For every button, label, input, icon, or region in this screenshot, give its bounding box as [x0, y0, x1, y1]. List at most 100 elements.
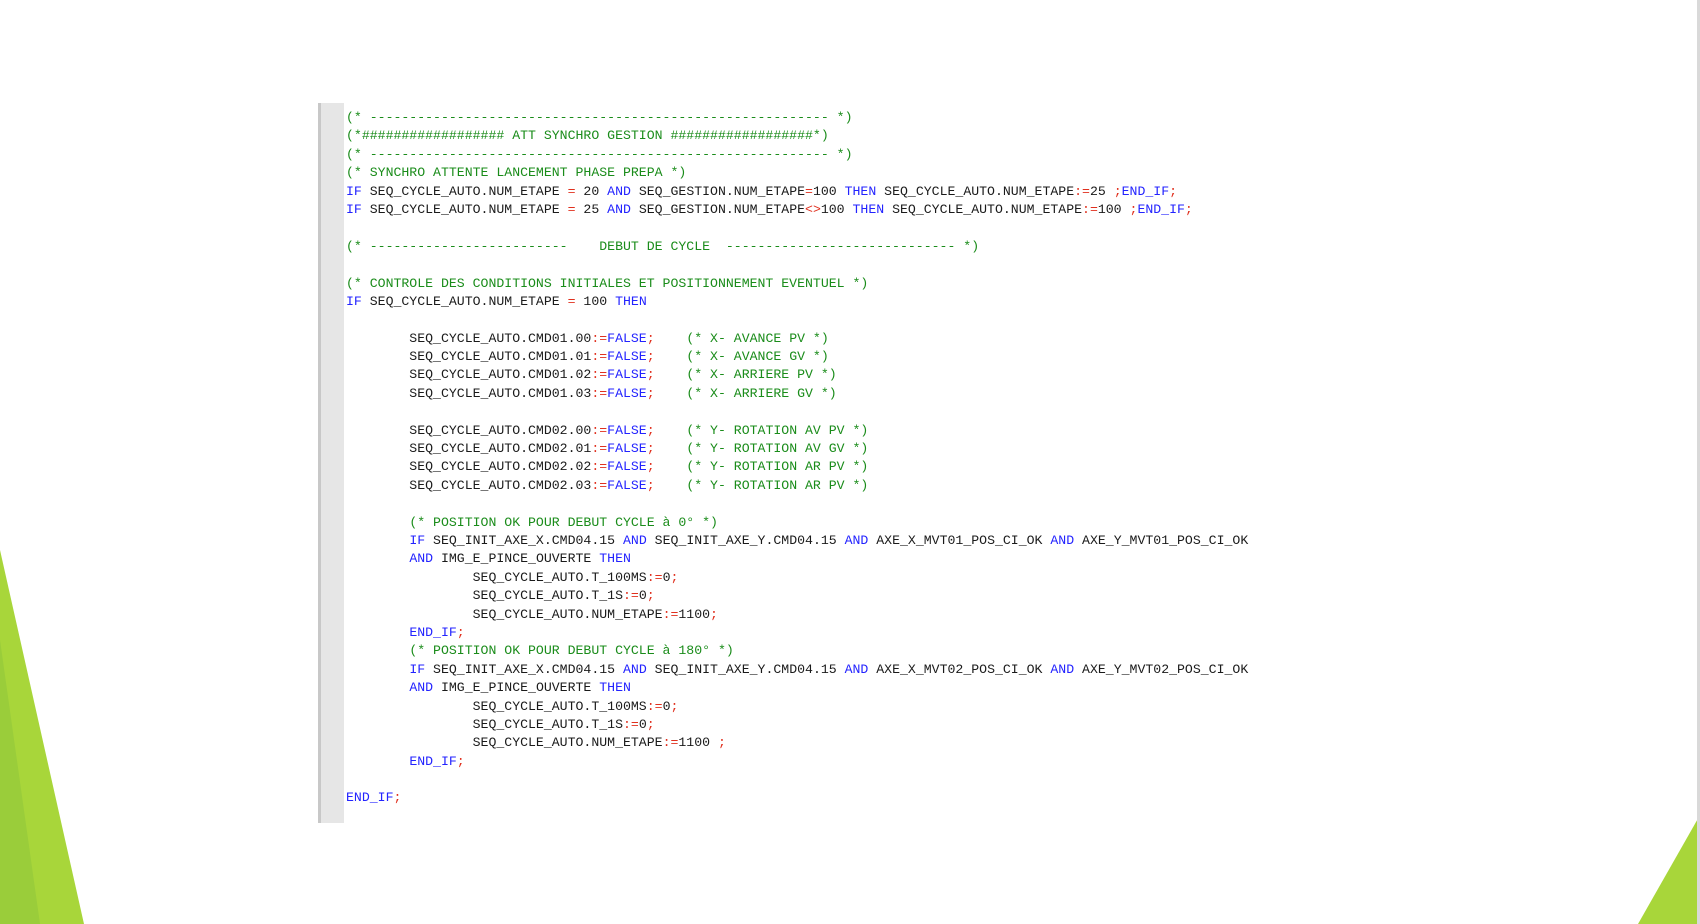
code-operator: = [567, 201, 576, 217]
code-line: AND IMG_E_PINCE_OUVERTE THEN [346, 550, 1248, 568]
code-text: SEQ_CYCLE_AUTO.NUM_ETAPE [346, 606, 663, 622]
code-text: SEQ_GESTION.NUM_ETAPE [630, 201, 806, 217]
code-keyword: FALSE [607, 477, 647, 493]
code-text: SEQ_CYCLE_AUTO.NUM_ETAPE [361, 183, 568, 199]
code-text: 20 [575, 183, 608, 199]
code-operator: := [591, 422, 608, 438]
code-keyword: IF [346, 183, 362, 199]
code-operator: := [591, 330, 608, 346]
code-line: SEQ_CYCLE_AUTO.CMD02.01:=FALSE; (* Y- RO… [346, 440, 1248, 458]
code-line: SEQ_CYCLE_AUTO.T_100MS:=0; [346, 569, 1248, 587]
code-keyword: THEN [599, 551, 631, 567]
code-text: 100 [1097, 201, 1130, 217]
code-line: SEQ_CYCLE_AUTO.NUM_ETAPE:=1100 ; [346, 734, 1248, 752]
code-keyword: THEN [844, 183, 877, 199]
code-comment: (* Y- ROTATION AV GV *) [686, 441, 869, 457]
code-operator: ; [646, 330, 655, 346]
code-line: AND IMG_E_PINCE_OUVERTE THEN [346, 679, 1248, 697]
code-text: SEQ_INIT_AXE_X.CMD04.15 [425, 532, 623, 548]
code-operator: ; [393, 790, 402, 806]
code-operator: := [622, 588, 639, 604]
code-text: 1100 [678, 606, 711, 622]
code-text: SEQ_CYCLE_AUTO.NUM_ETAPE [361, 201, 568, 217]
code-keyword: END_IF [409, 624, 457, 640]
code-text: IMG_E_PINCE_OUVERTE [433, 680, 600, 696]
code-text: SEQ_CYCLE_AUTO.CMD02.03 [346, 477, 592, 493]
code-keyword: AND [623, 661, 647, 677]
code-keyword: FALSE [607, 367, 647, 383]
code-keyword: END_IF [1137, 201, 1185, 217]
code-line: ​ [346, 403, 1248, 421]
code-keyword: AND [607, 201, 631, 217]
code-operator: := [591, 459, 608, 475]
code-operator: := [1082, 201, 1098, 217]
code-operator: ; [1184, 201, 1193, 217]
code-operator: ; [670, 698, 679, 714]
code-text: SEQ_CYCLE_AUTO.NUM_ETAPE [361, 293, 568, 309]
code-text: AXE_Y_MVT01_POS_CI_OK [1074, 532, 1249, 548]
code-comment: (* Y- ROTATION AV PV *) [686, 422, 869, 438]
code-text: SEQ_CYCLE_AUTO.CMD02.01 [346, 441, 592, 457]
code-line: (* -------------------------------------… [346, 109, 1248, 127]
code-keyword: AND [844, 661, 869, 677]
code-line: ​ [346, 219, 1248, 237]
code-text: IMG_E_PINCE_OUVERTE [433, 551, 600, 567]
code-keyword: AND [607, 183, 631, 199]
code-operator: ; [456, 753, 465, 769]
code-line: SEQ_CYCLE_AUTO.CMD02.00:=FALSE; (* Y- RO… [346, 422, 1248, 440]
code-operator: := [646, 569, 663, 585]
code-keyword: END_IF [346, 790, 394, 806]
code-keyword: AND [409, 551, 434, 567]
code-keyword: FALSE [607, 441, 647, 457]
code-operator: := [1074, 183, 1090, 199]
code-keyword: AND [844, 532, 869, 548]
code-text: 0 [638, 716, 647, 732]
code-line: ​ [346, 771, 1248, 789]
code-text: 0 [638, 588, 647, 604]
code-line: (* POSITION OK POUR DEBUT CYCLE à 0° *) [346, 514, 1248, 532]
code-keyword: END_IF [409, 753, 457, 769]
code-operator: ; [646, 349, 655, 365]
code-keyword: IF [346, 293, 362, 309]
code-operator: := [662, 606, 679, 622]
code-keyword: THEN [615, 293, 647, 309]
code-operator: ; [646, 441, 655, 457]
code-operator: = [567, 183, 576, 199]
code-operator: ; [646, 385, 655, 401]
code-operator: := [591, 367, 608, 383]
code-line: SEQ_CYCLE_AUTO.NUM_ETAPE:=1100; [346, 606, 1248, 624]
code-operator: ; [670, 569, 679, 585]
code-keyword: AND [1050, 532, 1075, 548]
code-keyword: THEN [599, 680, 631, 696]
code-comment: (* X- ARRIERE PV *) [686, 367, 837, 383]
code-comment: (* X- ARRIERE GV *) [686, 385, 837, 401]
code-operator: := [591, 477, 608, 493]
code-text: 25 [1089, 183, 1114, 199]
code-text: SEQ_CYCLE_AUTO.CMD02.00 [346, 422, 592, 438]
code-operator: = [805, 183, 813, 199]
code-operator: = [567, 293, 576, 309]
code-line: SEQ_CYCLE_AUTO.CMD01.03:=FALSE; (* X- AR… [346, 385, 1248, 403]
code-comment: (* POSITION OK POUR DEBUT CYCLE à 0° *) [409, 514, 718, 530]
code-text: SEQ_CYCLE_AUTO.T_100MS [346, 698, 647, 714]
code-text: 100 [820, 201, 853, 217]
code-line: SEQ_CYCLE_AUTO.CMD02.03:=FALSE; (* Y- RO… [346, 477, 1248, 495]
code-text: SEQ_CYCLE_AUTO.CMD01.00 [346, 330, 592, 346]
code-operator: ; [717, 735, 726, 751]
code-text: SEQ_CYCLE_AUTO.NUM_ETAPE [876, 183, 1075, 199]
code-line: (*################## ATT SYNCHRO GESTION… [346, 127, 1248, 145]
code-keyword: IF [409, 661, 426, 677]
code-operator: := [646, 698, 663, 714]
code-operator: ; [1113, 183, 1122, 199]
code-line: END_IF; [346, 753, 1248, 771]
code-operator: ; [456, 624, 465, 640]
code-comment: (* ------------------------- DEBUT DE CY… [346, 238, 980, 254]
code-line: (* POSITION OK POUR DEBUT CYCLE à 180° *… [346, 642, 1248, 660]
code-listing[interactable]: (* -------------------------------------… [346, 109, 1248, 808]
